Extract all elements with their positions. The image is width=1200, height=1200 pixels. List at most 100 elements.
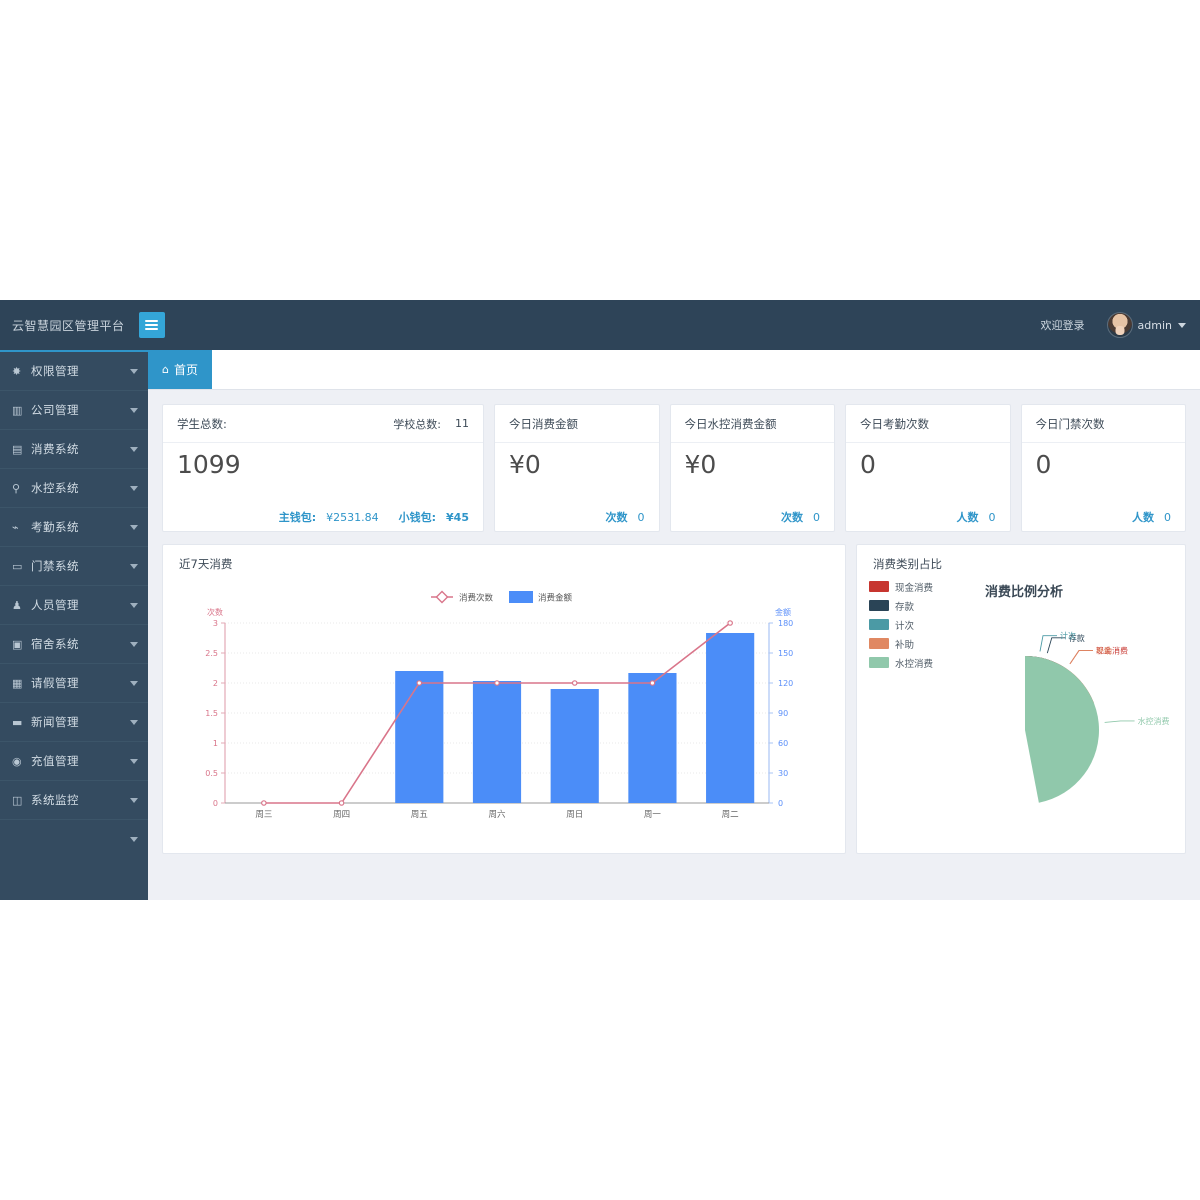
stat-card-subvalue: 11 (455, 417, 469, 430)
svg-text:次数: 次数 (207, 607, 223, 617)
hamburger-icon[interactable] (138, 312, 165, 338)
sidebar-item-label: 考勤系统 (31, 520, 79, 534)
tab-bar: ⌂ 首页 (148, 350, 1200, 390)
sidebar-item-6[interactable]: ♟ 人员管理 (0, 586, 148, 625)
sidebar-item-label: 请假管理 (31, 676, 79, 690)
svg-text:3: 3 (213, 619, 218, 628)
foot-label: 人数 (1132, 511, 1154, 524)
chevron-down-icon (130, 407, 138, 413)
svg-text:1: 1 (213, 739, 218, 748)
consumption-combo-chart: 消费次数 消费金额次数 金额 0 0 0.5 30 1 60 1.5 90 2 120 2.5 150 3 18… (205, 590, 793, 820)
foot-label: 主钱包: (278, 511, 317, 524)
chevron-down-icon (130, 641, 138, 647)
svg-text:30: 30 (778, 769, 788, 778)
svg-text:180: 180 (778, 619, 793, 628)
chevron-down-icon (130, 680, 138, 686)
legend-label: 水控消费 (895, 658, 934, 670)
sidebar-item-label: 权限管理 (31, 364, 79, 378)
chevron-down-icon (130, 797, 138, 803)
sidebar-item-10[interactable]: ◉ 充值管理 (0, 742, 148, 781)
pie-legend-item-1[interactable]: 存款 (869, 596, 933, 615)
stat-card-row: 学生总数: 学校总数: 11 1099 主钱包: ¥2531.84 小钱包: ¥45 今日消费金… (162, 404, 1186, 532)
coin-icon: ◉ (12, 754, 22, 768)
sidebar-item-1[interactable]: ▥ 公司管理 (0, 391, 148, 430)
stat-card-4: 今日门禁次数 0 人数 0 (1020, 404, 1186, 532)
welcome-text: 欢迎登录 (1040, 319, 1085, 332)
svg-text:周三: 周三 (255, 810, 272, 820)
card-icon: ▤ (12, 442, 23, 456)
stat-card-foot-item: 次数 0 (606, 509, 645, 525)
stat-card-title: 今日门禁次数 (1035, 416, 1105, 431)
stat-card-title: 今日消费金额 (509, 416, 578, 431)
sidebar-item-5[interactable]: ▭ 门禁系统 (0, 547, 148, 586)
gear-icon: ✸ (12, 364, 22, 378)
stat-card-footer: 次数 0 (509, 509, 645, 525)
sidebar-item-11[interactable]: ◫ 系统监控 (0, 781, 148, 820)
svg-text:90: 90 (778, 709, 788, 718)
sidebar-item-9[interactable]: ▬ 新闻管理 (0, 703, 148, 742)
stat-card-2: 今日水控消费金额 ¥0 次数 0 (669, 404, 835, 532)
stat-card-foot-item: 主钱包: ¥2531.84 (279, 509, 379, 525)
svg-text:120: 120 (778, 679, 793, 688)
stat-card-value: 0 (1035, 450, 1052, 479)
stat-card-title: 今日水控消费金额 (684, 416, 777, 431)
stat-card-header: 今日考勤次数 (846, 405, 1010, 443)
chevron-down-icon (130, 719, 138, 725)
clock-icon: ⌁ (12, 520, 19, 534)
svg-text:补助: 补助 (1096, 646, 1112, 656)
svg-text:周六: 周六 (488, 809, 506, 820)
user-menu[interactable]: admin (1106, 312, 1186, 338)
main-shell: ✸ 权限管理 ▥ 公司管理 ▤ 消费系统 ⚲ 水控系统 ⌁ 考勤系统 ▭ 门禁系统 ♟ 人员管理 ▣ 宿舍系统… (0, 350, 1200, 900)
top-header-bar: 云智慧园区管理平台 欢迎登录 admin (0, 300, 1200, 350)
stat-card-footer: 主钱包: ¥2531.84 小钱包: ¥45 (177, 509, 469, 525)
stat-card-foot-item: 人数 0 (957, 509, 996, 525)
pie-legend-item-2[interactable]: 计次 (869, 615, 933, 634)
chevron-down-icon (130, 446, 138, 452)
foot-value: 0 (1164, 511, 1171, 524)
pie-legend: 现金消费 存款 计次补助水控消费 (869, 577, 933, 672)
sidebar-item-3[interactable]: ⚲ 水控系统 (0, 469, 148, 508)
svg-text:周日: 周日 (566, 810, 583, 820)
pie-legend-item-4[interactable]: 水控消费 (869, 653, 933, 672)
water-icon: ⚲ (12, 481, 21, 495)
stat-card-header: 今日消费金额 (495, 405, 659, 443)
dashboard-content: 学生总数: 学校总数: 11 1099 主钱包: ¥2531.84 小钱包: ¥45 今日消费金… (148, 390, 1200, 900)
chevron-down-icon (130, 524, 138, 530)
chevron-down-icon (130, 602, 138, 608)
legend-label: 补助 (895, 639, 915, 651)
sidebar-nav: ✸ 权限管理 ▥ 公司管理 ▤ 消费系统 ⚲ 水控系统 ⌁ 考勤系统 ▭ 门禁系统 ♟ 人员管理 ▣ 宿舍系统… (0, 350, 148, 900)
legend-swatch (869, 600, 889, 611)
sidebar-item-label: 系统监控 (31, 793, 79, 807)
sidebar-item-label: 宿舍系统 (31, 637, 79, 651)
stat-card-foot-item: 人数 0 (1132, 509, 1171, 525)
sidebar-item-4[interactable]: ⌁ 考勤系统 (0, 508, 148, 547)
svg-text:150: 150 (778, 649, 793, 658)
username-label: admin (1137, 318, 1172, 332)
svg-text:0.5: 0.5 (205, 769, 218, 778)
foot-label: 人数 (956, 511, 979, 524)
chevron-down-icon (1178, 322, 1186, 328)
pie-legend-item-0[interactable]: 现金消费 (869, 577, 933, 596)
svg-text:周四: 周四 (333, 810, 350, 820)
bar-panel-title: 近7天消费 (179, 557, 233, 571)
stat-card-3: 今日考勤次数 0 人数 0 (845, 404, 1011, 532)
stat-card-body: 0 人数 0 (1022, 443, 1186, 531)
pie-legend-item-3[interactable]: 补助 (869, 634, 933, 653)
sidebar-item-0[interactable]: ✸ 权限管理 (0, 352, 148, 391)
stat-card-title: 今日考勤次数 (860, 416, 929, 431)
stat-card-foot-item: 次数 0 (781, 509, 820, 525)
svg-text:周一: 周一 (644, 810, 662, 820)
app-brand-title: 云智慧园区管理平台 (12, 318, 125, 333)
stat-card-body: 1099 主钱包: ¥2531.84 小钱包: ¥45 (163, 443, 483, 531)
foot-label: 小钱包: (398, 511, 437, 524)
stat-card-body: 0 人数 0 (846, 443, 1010, 531)
tab-home[interactable]: ⌂ 首页 (148, 350, 212, 389)
sidebar-item-extra[interactable] (0, 820, 148, 859)
sidebar-item-2[interactable]: ▤ 消费系统 (0, 430, 148, 469)
building-icon: ▥ (12, 403, 23, 417)
legend-swatch (869, 619, 889, 630)
stat-card-header: 今日门禁次数 (1021, 405, 1185, 443)
sidebar-item-7[interactable]: ▣ 宿舍系统 (0, 625, 148, 664)
sidebar-item-8[interactable]: ▦ 请假管理 (0, 664, 148, 703)
chevron-down-icon (130, 485, 138, 491)
